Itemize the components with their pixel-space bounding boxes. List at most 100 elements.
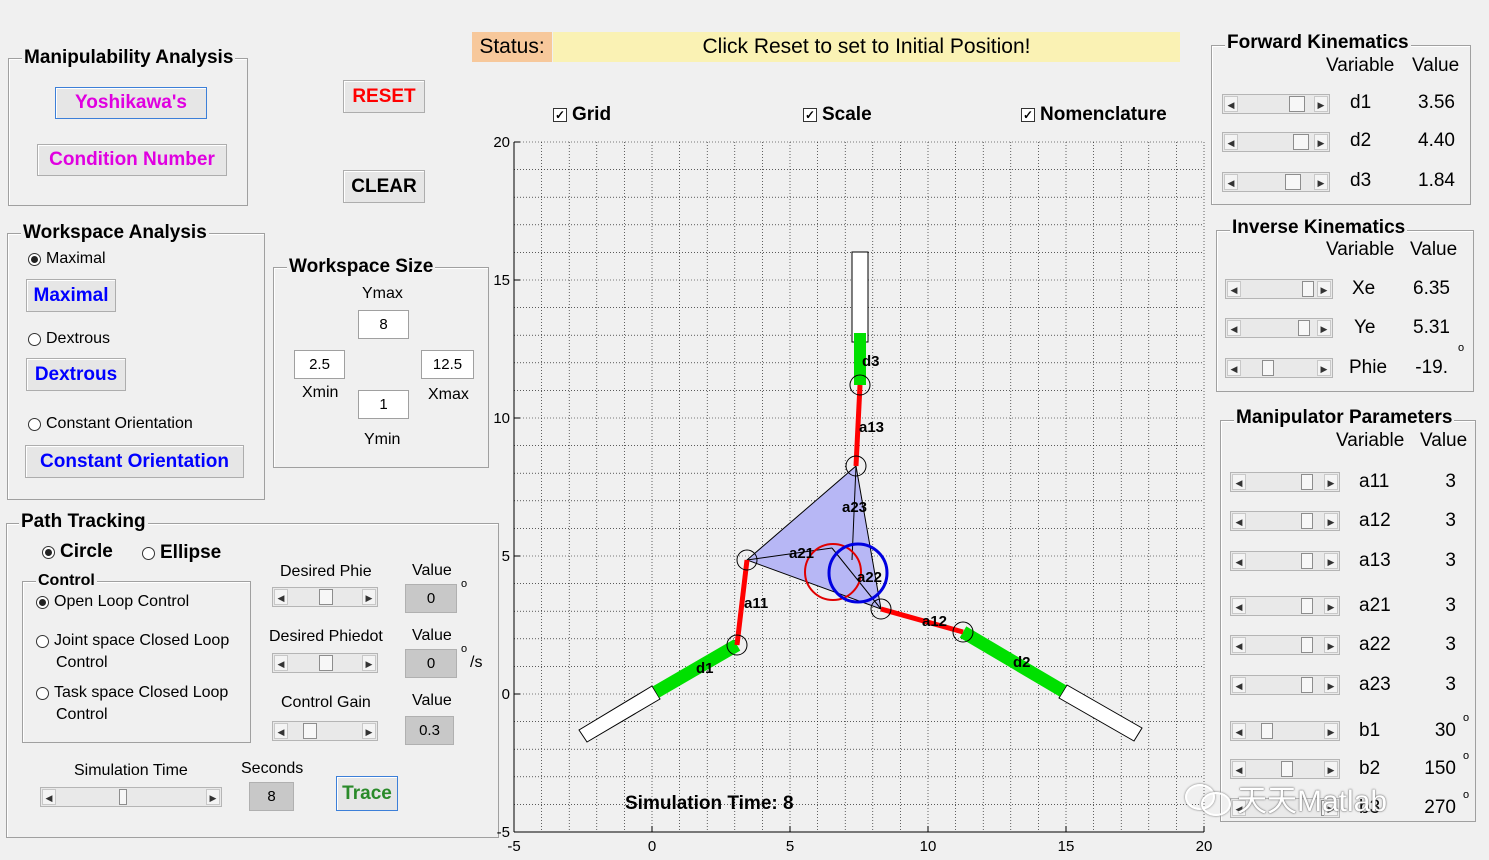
slider-thumb[interactable] xyxy=(1285,174,1301,190)
slider-thumb[interactable] xyxy=(1301,513,1313,529)
yoshikawa-button[interactable]: Yoshikawa's xyxy=(55,87,207,119)
param-name-a22: a22 xyxy=(1359,634,1391,655)
param-value-a13: 3 xyxy=(1445,550,1456,571)
trace-button[interactable]: Trace xyxy=(336,776,398,811)
param-deg-symbol: o xyxy=(1463,789,1470,801)
dextrous-button[interactable]: Dextrous xyxy=(26,358,126,391)
grid-checkbox[interactable]: ✓ Grid xyxy=(553,104,611,126)
grid-check-icon[interactable]: ✓ xyxy=(553,108,567,122)
inverse-kinematics-title: Inverse Kinematics xyxy=(1230,217,1408,239)
slider-thumb[interactable] xyxy=(1261,723,1273,739)
slider-thumb[interactable] xyxy=(319,655,333,671)
radio-maximal-dot[interactable] xyxy=(28,252,41,266)
d2-slider[interactable]: ◀ ▶ xyxy=(1222,132,1330,152)
radio-constant-orientation[interactable]: Constant Orientation xyxy=(28,415,193,433)
label-a13: a13 xyxy=(859,419,884,436)
xmin-input[interactable]: 2.5 xyxy=(294,350,345,379)
radio-open-loop[interactable]: Open Loop Control xyxy=(36,593,189,611)
slider-thumb[interactable] xyxy=(303,723,317,739)
ik-value-xe: 6.35 xyxy=(1413,278,1450,299)
d3-slider[interactable]: ◀ ▶ xyxy=(1222,172,1330,192)
slider-thumb[interactable] xyxy=(1289,96,1305,112)
label-a21: a21 xyxy=(789,545,814,562)
nomenclature-checkbox[interactable]: ✓ Nomenclature xyxy=(1021,104,1167,126)
slider-thumb[interactable] xyxy=(1301,553,1313,569)
control-gain-slider[interactable]: ◀ ▶ xyxy=(272,721,378,741)
desired-phie-label: Desired Phie xyxy=(280,563,372,580)
label-d1: d1 xyxy=(696,660,714,677)
fk-name-d1: d1 xyxy=(1350,92,1372,113)
slider-thumb[interactable] xyxy=(1301,677,1313,693)
radio-joint-space-dot[interactable] xyxy=(36,634,49,648)
watermark-text: 天天Matlab xyxy=(1237,785,1388,818)
param-a13-slider[interactable]: ◀ ▶ xyxy=(1230,551,1340,571)
label-a22: a22 xyxy=(857,569,882,586)
clear-button[interactable]: CLEAR xyxy=(343,170,425,203)
slider-thumb[interactable] xyxy=(1302,281,1314,297)
mp-col-value: Value xyxy=(1420,430,1468,451)
fk-value-d1: 3.56 xyxy=(1418,92,1455,113)
radio-joint-space-label-2: Control xyxy=(56,654,108,671)
xmax-input[interactable]: 12.5 xyxy=(421,350,474,379)
radio-circle-label: Circle xyxy=(60,541,113,562)
slider-thumb[interactable] xyxy=(319,589,333,605)
radio-ellipse-dot[interactable] xyxy=(142,546,155,560)
maximal-button[interactable]: Maximal xyxy=(26,279,116,312)
workspace-title: Workspace Analysis xyxy=(21,222,209,244)
param-a11-slider[interactable]: ◀ ▶ xyxy=(1230,472,1340,492)
radio-dextrous-dot[interactable] xyxy=(28,332,41,346)
desired-phiedot-slider[interactable]: ◀ ▶ xyxy=(272,653,378,673)
radio-dextrous[interactable]: Dextrous xyxy=(28,330,110,348)
constant-orientation-button[interactable]: Constant Orientation xyxy=(25,445,244,478)
ik-col-variable: Variable xyxy=(1326,239,1395,260)
param-b1-slider[interactable]: ◀ ▶ xyxy=(1230,721,1340,741)
radio-open-loop-dot[interactable] xyxy=(36,595,49,609)
radio-task-space-dot[interactable] xyxy=(36,686,49,700)
simulation-time-label: Simulation Time xyxy=(74,762,188,779)
param-value-b1: 30 xyxy=(1434,720,1456,741)
ymin-input[interactable]: 1 xyxy=(358,390,409,419)
radio-joint-space[interactable]: Joint space Closed Loop xyxy=(36,632,229,650)
param-a22-slider[interactable]: ◀ ▶ xyxy=(1230,635,1340,655)
scale-checkbox[interactable]: ✓ Scale xyxy=(803,104,872,126)
y-tick-label: 20 xyxy=(493,134,510,151)
x-tick-label: 15 xyxy=(1058,838,1075,855)
d1-slider[interactable]: ◀ ▶ xyxy=(1222,94,1330,114)
slider-thumb[interactable] xyxy=(1293,134,1309,150)
slider-thumb[interactable] xyxy=(119,789,127,805)
seconds-label: Seconds xyxy=(241,760,304,777)
slider-thumb[interactable] xyxy=(1298,320,1310,336)
ye-slider[interactable]: ◀ ▶ xyxy=(1225,318,1333,338)
ymax-input[interactable]: 8 xyxy=(358,310,409,339)
condition-number-button[interactable]: Condition Number xyxy=(37,144,227,176)
param-a12-slider[interactable]: ◀ ▶ xyxy=(1230,511,1340,531)
manipulability-panel xyxy=(8,58,248,206)
radio-circle[interactable]: Circle xyxy=(42,541,113,563)
param-name-a13: a13 xyxy=(1359,550,1391,571)
radio-constant-orientation-dot[interactable] xyxy=(28,417,41,431)
status-message: Click Reset to set to Initial Position! xyxy=(553,32,1180,62)
watermark: 天天Matlab xyxy=(1185,776,1387,820)
radio-task-space[interactable]: Task space Closed Loop xyxy=(36,684,228,702)
slider-thumb[interactable] xyxy=(1301,598,1313,614)
radio-ellipse[interactable]: Ellipse xyxy=(142,542,221,564)
fk-col-variable: Variable xyxy=(1326,55,1395,76)
simulation-time-slider[interactable]: ◀ ▶ xyxy=(40,787,222,807)
radio-circle-dot[interactable] xyxy=(42,545,55,559)
phie-slider[interactable]: ◀ ▶ xyxy=(1225,358,1333,378)
param-value-b3: 270 xyxy=(1424,797,1456,818)
radio-maximal[interactable]: Maximal xyxy=(28,250,106,268)
param-a21-slider[interactable]: ◀ ▶ xyxy=(1230,596,1340,616)
reset-button[interactable]: RESET xyxy=(343,80,425,113)
param-name-b1: b1 xyxy=(1359,720,1381,741)
slider-thumb[interactable] xyxy=(1301,474,1313,490)
nomenclature-check-icon[interactable]: ✓ xyxy=(1021,108,1035,122)
slider-thumb[interactable] xyxy=(1301,637,1313,653)
slider-thumb[interactable] xyxy=(1262,360,1274,376)
param-name-a12: a12 xyxy=(1359,510,1391,531)
scale-check-icon[interactable]: ✓ xyxy=(803,108,817,122)
xe-slider[interactable]: ◀ ▶ xyxy=(1225,279,1333,299)
param-a23-slider[interactable]: ◀ ▶ xyxy=(1230,675,1340,695)
desired-phie-slider[interactable]: ◀ ▶ xyxy=(272,587,378,607)
slider-thumb[interactable] xyxy=(1281,761,1293,777)
